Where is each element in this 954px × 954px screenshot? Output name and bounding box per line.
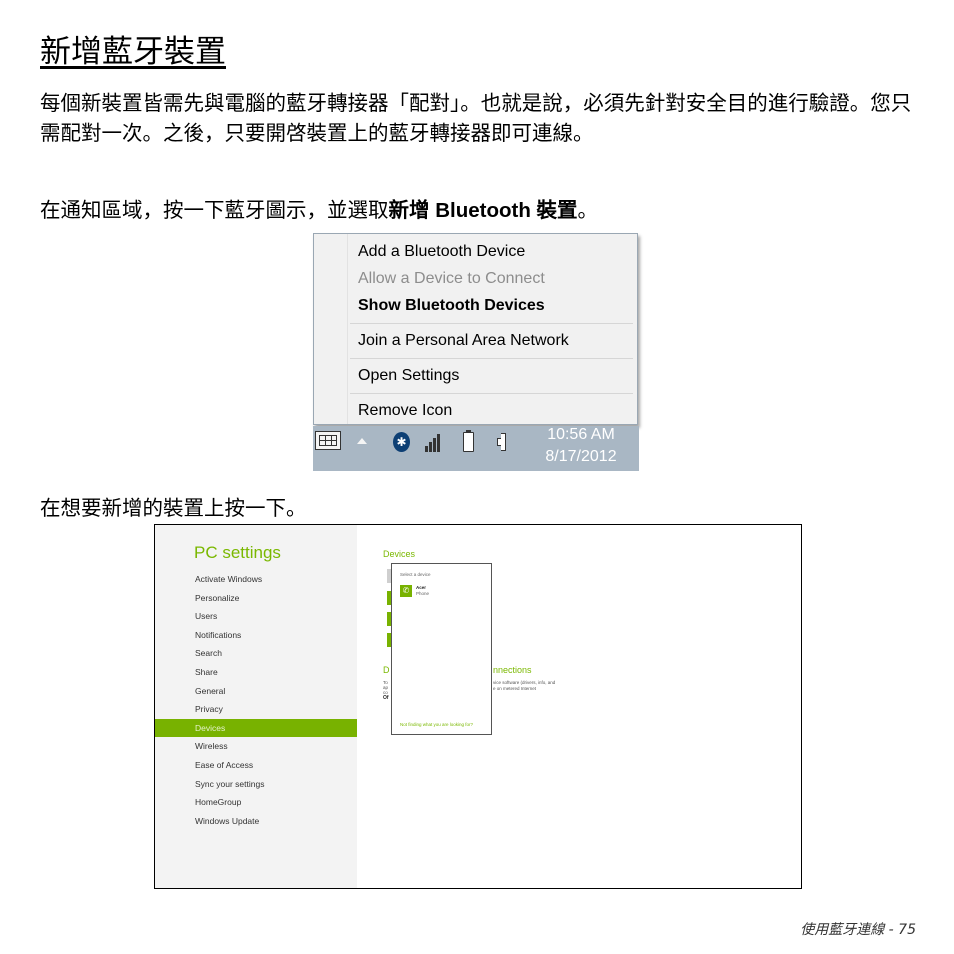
device-name[interactable]: Acer — [416, 585, 426, 590]
nav-item-label: Notifications — [195, 629, 242, 640]
device-type[interactable]: Phone — [416, 591, 429, 596]
clock-time[interactable]: 10:56 AM — [531, 425, 631, 445]
nav-item-label: Share — [195, 667, 218, 677]
nav-item-label: Ease of Access — [195, 760, 254, 770]
footer-separator: - — [884, 922, 899, 938]
page-footer: 使用藍牙連線 - 75 — [800, 919, 916, 939]
not-finding-device-link[interactable]: Not finding what you are looking for? — [400, 722, 473, 727]
select-device-label: Select a device — [400, 572, 431, 577]
instruction-bold-cjk: 新增 — [388, 198, 430, 222]
instruction-bold-latin: Bluetooth — [429, 199, 537, 222]
section-heading-partial: D — [383, 665, 390, 675]
nav-item-wireless[interactable]: Wireless — [155, 737, 357, 755]
battery-icon[interactable] — [463, 430, 474, 452]
menu-separator — [350, 393, 633, 394]
menu-separator — [350, 358, 633, 359]
signal-strength-icon[interactable] — [425, 432, 443, 452]
nav-item-label: HomeGroup — [195, 797, 242, 808]
click-device-paragraph: 在想要新增的裝置上按一下。 — [40, 496, 307, 520]
nav-item-ease-of-access[interactable]: Ease of Access — [155, 756, 357, 774]
clock-date[interactable]: 8/17/2012 — [531, 447, 631, 467]
instruction-bold-cjk2: 裝置 — [536, 198, 578, 222]
nav-item-windows-update[interactable]: Windows Update — [155, 812, 357, 830]
menu-separator — [350, 323, 633, 324]
instruction-suffix: 。 — [577, 198, 599, 222]
nav-item-users[interactable]: Users — [155, 607, 357, 625]
instruction-text: 在通知區域，按一下藍牙圖示，並選取 — [40, 198, 389, 222]
nav-item-label: Wireless — [195, 741, 228, 752]
pc-settings-screenshot: PC settings Activate Windows Personalize U… — [154, 524, 802, 889]
nav-item-devices[interactable]: Devices — [155, 718, 357, 737]
nav-item-search[interactable]: Search — [155, 644, 357, 662]
speaker-icon[interactable] — [497, 432, 507, 451]
nav-item-label: Search — [195, 648, 222, 659]
pc-settings-title: PC settings — [194, 543, 281, 562]
nav-item-general[interactable]: General — [155, 682, 357, 700]
nav-item-label: General — [195, 685, 226, 696]
page-number: 75 — [898, 922, 916, 938]
bluetooth-context-menu-screenshot: Add a Bluetooth Device Allow a Device to… — [313, 233, 639, 471]
section-heading-connections: nnections — [493, 665, 532, 675]
footer-chapter: 使用藍牙連線 — [800, 922, 885, 938]
nav-item-label: Devices — [195, 722, 226, 733]
menu-item-join-personal-area-network[interactable]: Join a Personal Area Network — [358, 332, 569, 350]
menu-icon-gutter — [314, 234, 348, 424]
menu-item-allow-device-to-connect: Allow a Device to Connect — [358, 270, 545, 287]
context-menu: Add a Bluetooth Device Allow a Device to… — [313, 233, 638, 425]
nav-item-homegroup[interactable]: HomeGroup — [155, 793, 357, 811]
nav-item-personalize[interactable]: Personalize — [155, 589, 357, 607]
nav-item-label: Privacy — [195, 704, 223, 715]
page-title: 新增藍牙裝置 — [40, 34, 226, 70]
nav-item-privacy[interactable]: Privacy — [155, 700, 357, 718]
menu-item-remove-icon[interactable]: Remove Icon — [358, 402, 452, 420]
nav-item-activate-windows[interactable]: Activate Windows — [155, 570, 357, 588]
toggle-state-off[interactable]: Of — [383, 696, 389, 701]
nav-item-share[interactable]: Share — [155, 663, 357, 681]
menu-item-open-settings[interactable]: Open Settings — [358, 367, 459, 385]
bluetooth-icon[interactable]: ✱ — [393, 432, 410, 452]
menu-item-show-bluetooth-devices[interactable]: Show Bluetooth Devices — [358, 297, 545, 315]
show-hidden-icons-arrow[interactable] — [357, 438, 367, 444]
nav-item-notifications[interactable]: Notifications — [155, 626, 357, 644]
nav-item-label: Users — [195, 611, 218, 622]
touch-keyboard-icon[interactable] — [315, 431, 341, 450]
section-text: vice software (drivers, info, and — [493, 680, 556, 685]
nav-item-label: Windows Update — [195, 815, 260, 826]
taskbar-notification-area: ✱ 10:56 AM 8/17/2012 — [313, 426, 639, 471]
select-device-flyout: Select a device ✆ Acer Phone Not finding… — [391, 563, 492, 735]
nav-item-label: Activate Windows — [195, 574, 263, 584]
intro-paragraph: 每個新裝置皆需先與電腦的藍牙轉接器「配對」。也就是說，必須先針對安全目的進行驗證… — [40, 91, 912, 145]
instruction-paragraph: 在通知區域，按一下藍牙圖示，並選取新增 Bluetooth 裝置。 — [40, 195, 920, 226]
section-text: e on metered Internet — [493, 686, 537, 691]
pc-settings-sidebar: PC settings Activate Windows Personalize U… — [155, 525, 357, 888]
nav-item-label: Sync your settings — [195, 778, 265, 789]
devices-heading: Devices — [383, 549, 416, 559]
menu-item-add-bluetooth-device[interactable]: Add a Bluetooth Device — [358, 243, 525, 261]
nav-item-label: Personalize — [195, 592, 240, 603]
nav-item-sync-your-settings[interactable]: Sync your settings — [155, 775, 357, 793]
phone-icon[interactable]: ✆ — [400, 585, 412, 597]
